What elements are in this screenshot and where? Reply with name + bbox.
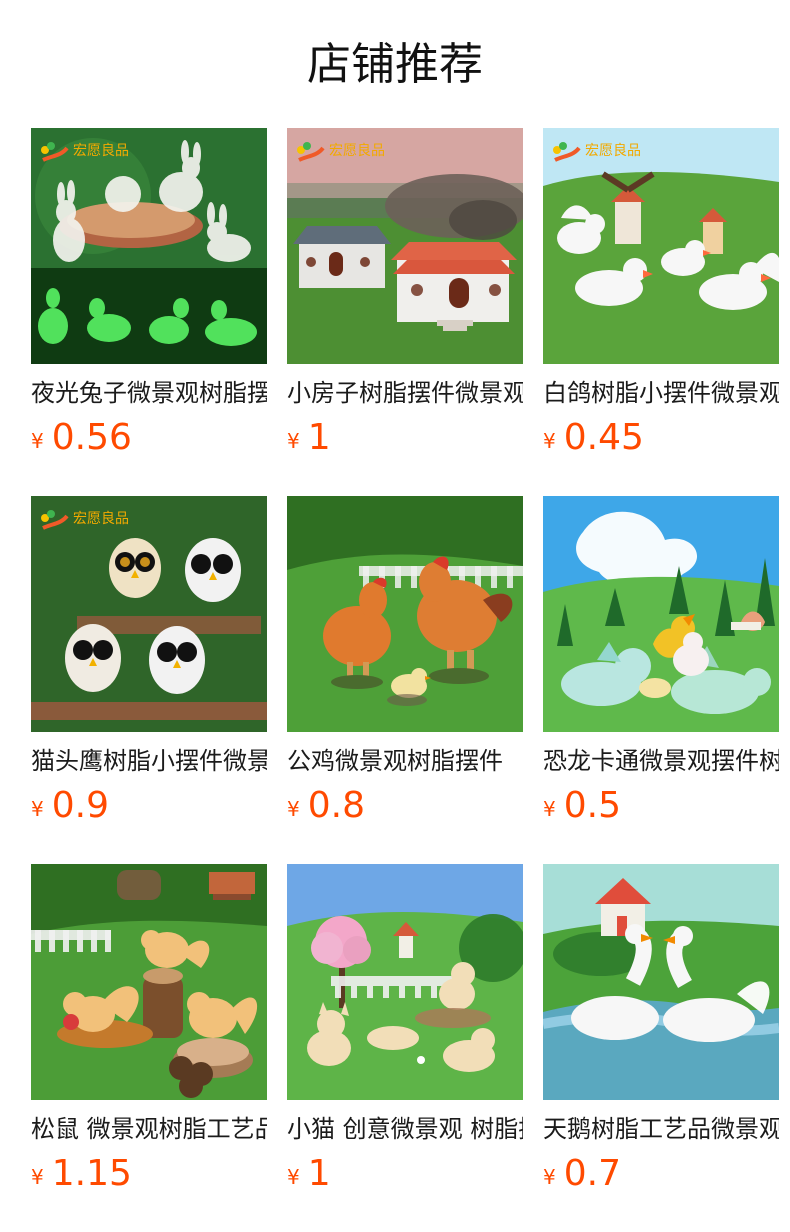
- price-amount: 0.9: [51, 785, 109, 826]
- product-card[interactable]: 宏愿良品 白鸽树脂小摆件微景观 ¥ 0.45: [543, 128, 779, 496]
- product-image[interactable]: [287, 864, 523, 1100]
- product-price: ¥ 0.45: [543, 420, 779, 460]
- currency-symbol: ¥: [287, 429, 300, 453]
- product-card[interactable]: 恐龙卡通微景观摆件树脂 ¥ 0.5: [543, 496, 779, 864]
- shop-recommendation-header: 店铺推荐: [0, 0, 790, 128]
- product-image[interactable]: [543, 496, 779, 732]
- product-image[interactable]: [31, 864, 267, 1100]
- currency-symbol: ¥: [543, 429, 556, 453]
- svg-text:宏愿良品: 宏愿良品: [73, 511, 129, 527]
- currency-symbol: ¥: [543, 797, 556, 821]
- product-price: ¥ 1: [287, 420, 523, 460]
- product-name[interactable]: 夜光兔子微景观树脂摆件: [31, 374, 267, 412]
- squirrel-thumb-icon: [31, 864, 267, 1100]
- product-name[interactable]: 恐龙卡通微景观摆件树脂: [543, 742, 779, 780]
- dove-thumb-icon: 宏愿良品: [543, 128, 779, 364]
- cat-thumb-icon: [287, 864, 523, 1100]
- price-amount: 0.8: [307, 785, 365, 826]
- price-amount: 0.7: [563, 1153, 621, 1194]
- price-amount: 0.45: [563, 417, 644, 458]
- product-image[interactable]: 宏愿良品: [287, 128, 523, 364]
- rabbit-thumb-icon: 宏愿良品: [31, 128, 267, 364]
- product-grid: 宏愿良品 夜光兔子微景观树脂摆件 ¥ 0.56: [31, 128, 779, 1232]
- product-image[interactable]: 宏愿良品: [31, 128, 267, 364]
- product-card[interactable]: 宏愿良品 小房子树脂摆件微景观 ¥ 1: [287, 128, 523, 496]
- price-amount: 1: [307, 1153, 331, 1194]
- svg-text:宏愿良品: 宏愿良品: [329, 143, 385, 159]
- product-price: ¥ 0.7: [543, 1156, 779, 1196]
- product-card[interactable]: 宏愿良品 猫头鹰树脂小摆件微景观 ¥ 0.9: [31, 496, 267, 864]
- product-image[interactable]: 宏愿良品: [543, 128, 779, 364]
- product-image[interactable]: [287, 496, 523, 732]
- product-name[interactable]: 小猫 创意微景观 树脂摆件: [287, 1110, 523, 1148]
- product-name[interactable]: 公鸡微景观树脂摆件: [287, 742, 523, 780]
- product-name[interactable]: 白鸽树脂小摆件微景观: [543, 374, 779, 412]
- price-amount: 0.5: [563, 785, 621, 826]
- price-amount: 1.15: [51, 1153, 132, 1194]
- svg-text:宏愿良品: 宏愿良品: [73, 143, 129, 159]
- page-title: 店铺推荐: [307, 39, 483, 90]
- product-price: ¥ 1.15: [31, 1156, 267, 1196]
- product-price: ¥ 0.9: [31, 788, 267, 828]
- currency-symbol: ¥: [543, 1165, 556, 1189]
- product-image[interactable]: [543, 864, 779, 1100]
- swan-thumb-icon: [543, 864, 779, 1100]
- product-price: ¥ 1: [287, 1156, 523, 1196]
- rooster-thumb-icon: [287, 496, 523, 732]
- product-price: ¥ 0.8: [287, 788, 523, 828]
- product-price: ¥ 0.56: [31, 420, 267, 460]
- product-name[interactable]: 天鹅树脂工艺品微景观摆件: [543, 1110, 779, 1148]
- product-card[interactable]: 宏愿良品 夜光兔子微景观树脂摆件 ¥ 0.56: [31, 128, 267, 496]
- price-amount: 0.56: [51, 417, 132, 458]
- owl-thumb-icon: 宏愿良品: [31, 496, 267, 732]
- product-name[interactable]: 小房子树脂摆件微景观: [287, 374, 523, 412]
- product-card[interactable]: 小猫 创意微景观 树脂摆件 ¥ 1: [287, 864, 523, 1232]
- currency-symbol: ¥: [287, 1165, 300, 1189]
- product-price: ¥ 0.5: [543, 788, 779, 828]
- product-name[interactable]: 松鼠 微景观树脂工艺品: [31, 1110, 267, 1148]
- currency-symbol: ¥: [31, 797, 44, 821]
- svg-text:宏愿良品: 宏愿良品: [585, 143, 641, 159]
- price-amount: 1: [307, 417, 331, 458]
- currency-symbol: ¥: [31, 1165, 44, 1189]
- product-card[interactable]: 公鸡微景观树脂摆件 ¥ 0.8: [287, 496, 523, 864]
- product-card[interactable]: 松鼠 微景观树脂工艺品 ¥ 1.15: [31, 864, 267, 1232]
- product-name[interactable]: 猫头鹰树脂小摆件微景观: [31, 742, 267, 780]
- product-card[interactable]: 天鹅树脂工艺品微景观摆件 ¥ 0.7: [543, 864, 779, 1232]
- product-image[interactable]: 宏愿良品: [31, 496, 267, 732]
- currency-symbol: ¥: [31, 429, 44, 453]
- dino-thumb-icon: [543, 496, 779, 732]
- currency-symbol: ¥: [287, 797, 300, 821]
- house-thumb-icon: 宏愿良品: [287, 128, 523, 364]
